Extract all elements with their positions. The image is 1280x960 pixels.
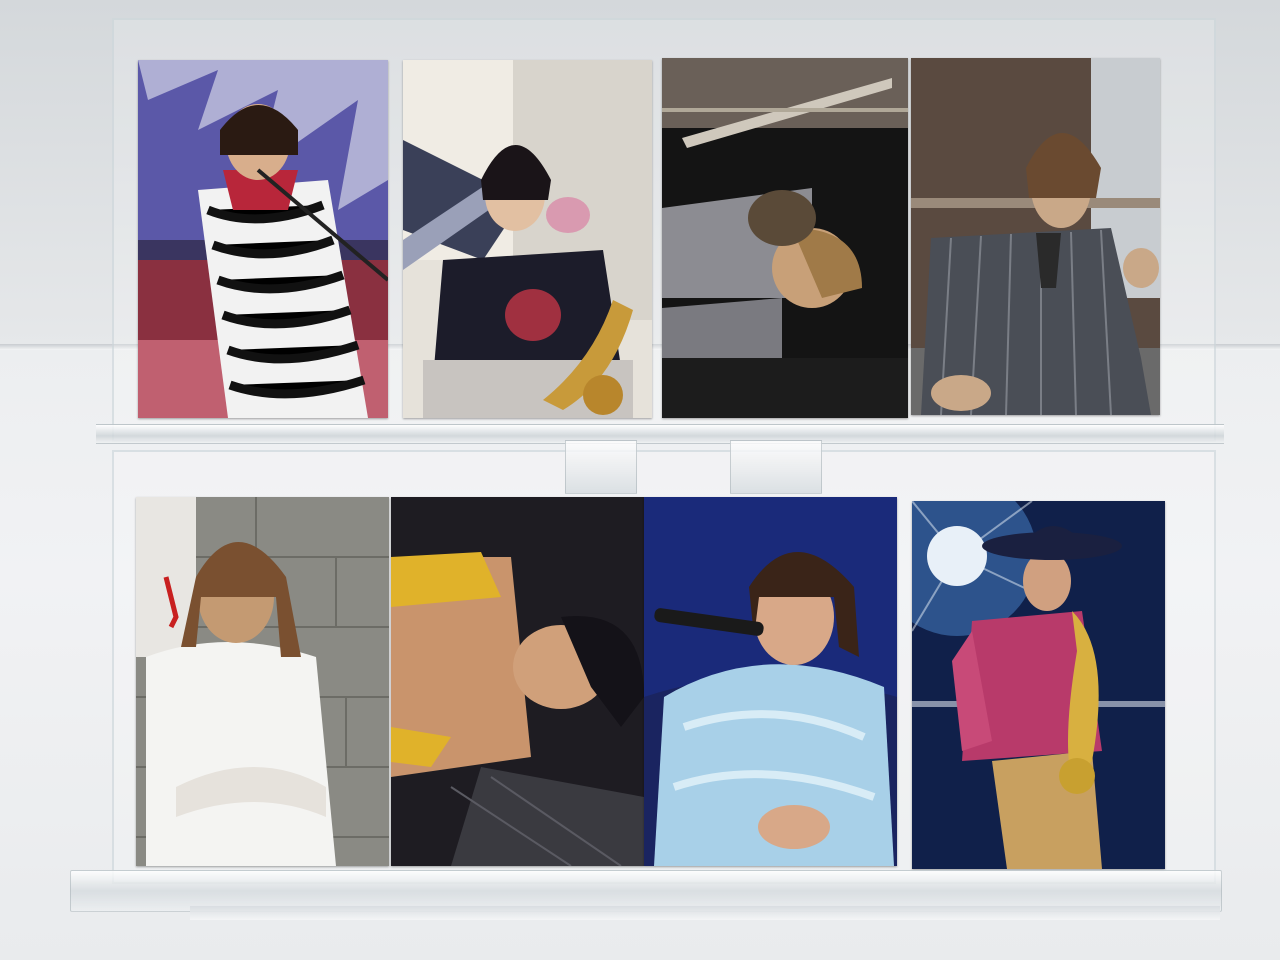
photo-white-tshirt-wall xyxy=(136,497,389,866)
acrylic-clip-right xyxy=(730,440,822,494)
acrylic-clip-left xyxy=(565,440,637,494)
photo-saxophone-cowboy-hat xyxy=(912,501,1165,869)
photo-shirtless-rotated xyxy=(391,497,644,866)
photo-seated-with-saxophone xyxy=(403,60,652,418)
acrylic-shelf xyxy=(96,424,1224,444)
photo-singer-blue-stage xyxy=(644,497,897,866)
photo-two-people-dark-room xyxy=(662,58,908,418)
acrylic-base-foot xyxy=(190,906,1220,920)
photo-seated-pinstripe-suit xyxy=(911,58,1160,415)
photo-performer-zebra-coat xyxy=(138,60,388,418)
